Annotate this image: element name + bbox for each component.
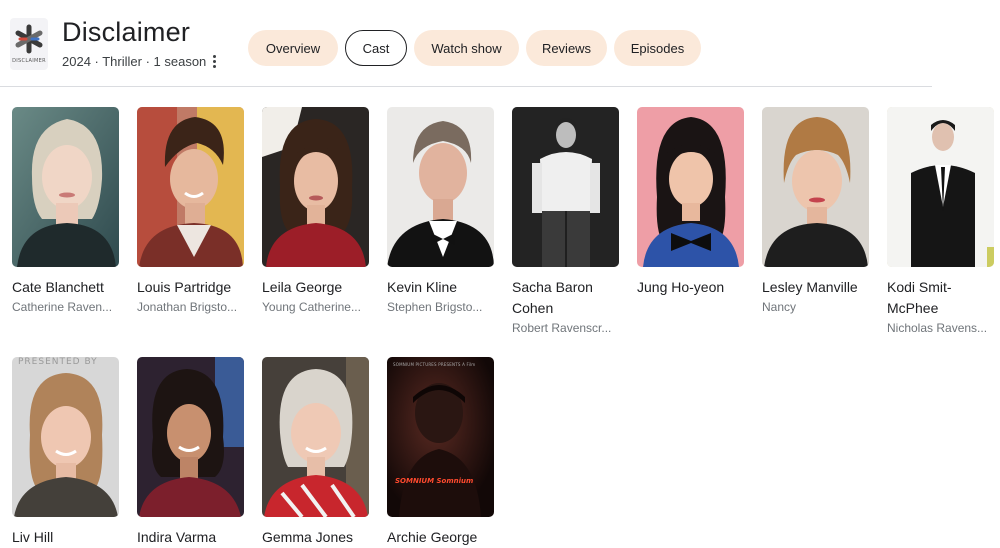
cast-card[interactable]: Sacha Baron Cohen Robert Ravenscr... [512, 107, 624, 337]
cast-photo [137, 357, 244, 517]
cast-role: Stephen Brigsto... [387, 300, 483, 314]
photo-backdrop-text: PRESENTED BY [18, 357, 98, 367]
cast-role: Young Catherine... [262, 300, 361, 314]
logo-text: DISCLAIMER [12, 58, 46, 64]
cast-photo [12, 107, 119, 267]
cast-card[interactable]: Jung Ho-yeon [637, 107, 749, 298]
more-options-icon[interactable] [206, 52, 222, 70]
poster-credit-text: SOMNIUM PICTURES PRESENTS A Film [393, 362, 476, 367]
cast-role: Nicholas Ravens... [887, 321, 988, 335]
cast-name[interactable]: Sacha Baron Cohen [512, 277, 624, 319]
cast-name[interactable]: Leila George [262, 277, 374, 298]
cast-photo [762, 107, 869, 267]
cast-name[interactable]: Jung Ho-yeon [637, 277, 749, 298]
cast-name[interactable]: Indira Varma [137, 527, 249, 548]
cast-name[interactable]: Liv Hill [12, 527, 124, 548]
poster-title-text: SOMNIUM Somnium [395, 477, 474, 485]
cast-name[interactable]: Archie George [387, 527, 499, 548]
cast-card[interactable]: Lesley Manville Nancy [762, 107, 874, 316]
cast-name[interactable]: Cate Blanchett [12, 277, 124, 298]
tab-cast[interactable]: Cast [345, 30, 407, 66]
cast-photo: SOMNIUM PICTURES PRESENTS A Film SOMNIUM… [387, 357, 494, 517]
cast-photo: PRESENTED BY [12, 357, 119, 517]
tab-episodes[interactable]: Episodes [614, 30, 701, 66]
cast-photo [387, 107, 494, 267]
show-header: DISCLAIMER Disclaimer 2024 · Thriller · … [0, 0, 932, 87]
cast-card[interactable]: Leila George Young Catherine... [262, 107, 374, 316]
show-logo[interactable]: DISCLAIMER [10, 18, 48, 70]
show-meta: 2024 · Thriller · 1 season [62, 54, 207, 69]
cast-card[interactable]: Cate Blanchett Catherine Raven... [12, 107, 124, 316]
cast-role: Jonathan Brigsto... [137, 300, 238, 314]
cast-name[interactable]: Kodi Smit-McPhee [887, 277, 999, 319]
tab-reviews[interactable]: Reviews [526, 30, 607, 66]
cast-name[interactable]: Lesley Manville [762, 277, 874, 298]
cast-photo [137, 107, 244, 267]
cast-role: Robert Ravenscr... [512, 321, 612, 335]
cast-card[interactable]: Kevin Kline Stephen Brigsto... [387, 107, 499, 316]
cast-card[interactable]: Kodi Smit-McPhee Nicholas Ravens... [887, 107, 999, 337]
asterisk-logo-icon [15, 24, 43, 54]
cast-card[interactable]: Louis Partridge Jonathan Brigsto... [137, 107, 249, 316]
tab-watch-show[interactable]: Watch show [414, 30, 519, 66]
cast-photo [512, 107, 619, 267]
cast-name[interactable]: Louis Partridge [137, 277, 249, 298]
cast-role: Nancy [762, 300, 797, 314]
cast-card[interactable]: PRESENTED BY Liv Hill [12, 357, 124, 548]
cast-name[interactable]: Kevin Kline [387, 277, 499, 298]
cast-card[interactable]: Indira Varma [137, 357, 249, 548]
cast-photo [887, 107, 994, 267]
cast-photo [262, 357, 369, 517]
cast-photo [262, 107, 369, 267]
tab-overview[interactable]: Overview [248, 30, 338, 66]
page-title: Disclaimer [62, 17, 191, 47]
cast-photo [637, 107, 744, 267]
cast-card[interactable]: Gemma Jones [262, 357, 374, 548]
cast-name[interactable]: Gemma Jones [262, 527, 374, 548]
cast-card[interactable]: SOMNIUM PICTURES PRESENTS A Film SOMNIUM… [387, 357, 499, 548]
cast-role: Catherine Raven... [12, 300, 113, 314]
